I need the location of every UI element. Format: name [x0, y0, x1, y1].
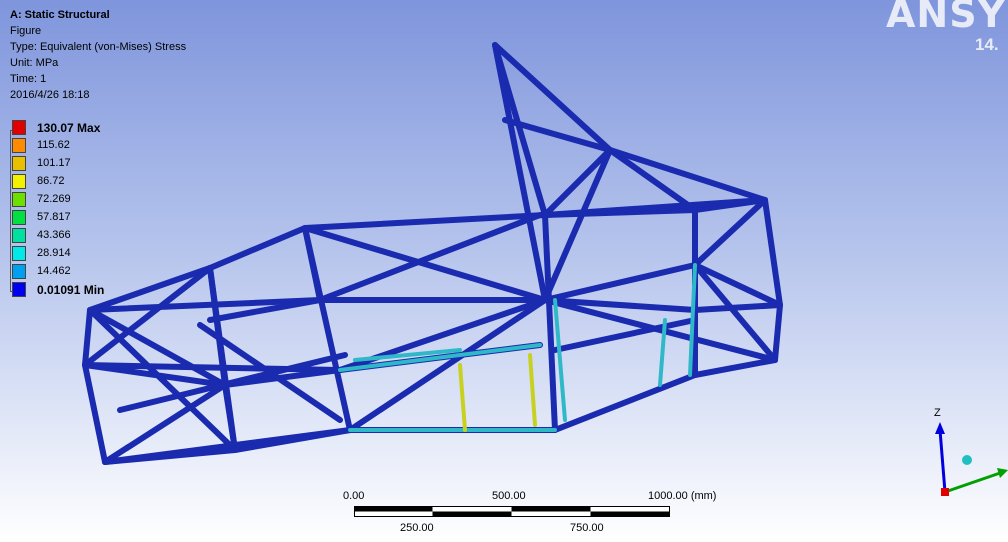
frame-tube: [542, 147, 613, 218]
frame-tube: [607, 147, 768, 203]
scale-label-750: 750.00: [570, 522, 604, 534]
frame-tube: [772, 302, 783, 363]
frame-tube: [607, 147, 698, 213]
scale-bar: 0.00 500.00 1000.00 (mm) 250.00 750.00: [340, 490, 740, 540]
coordinate-triad[interactable]: Z: [905, 400, 1008, 510]
frame-tube: [542, 147, 613, 303]
stressed-tube: [528, 353, 537, 427]
z-axis-label: Z: [934, 407, 941, 419]
z-axis-arrow-icon: [935, 422, 945, 434]
frame-tube: [542, 262, 698, 303]
frame-tube: [552, 372, 698, 433]
stressed-tube: [458, 363, 467, 432]
y-axis-arrow-icon: [997, 468, 1008, 478]
scale-label-0: 0.00: [343, 490, 365, 502]
z-axis-line: [938, 429, 947, 493]
frame-tube: [692, 262, 783, 308]
frame-tube: [302, 225, 323, 303]
scale-label-1000: 1000.00 (mm): [648, 490, 717, 502]
frame-tube: [692, 262, 778, 363]
frame-tube: [82, 362, 108, 465]
frame-tube: [762, 197, 783, 308]
iso-view-ball-icon[interactable]: [962, 455, 972, 465]
frame-tube: [692, 302, 783, 313]
frame-tube: [82, 307, 93, 368]
frame-tube: [542, 212, 558, 433]
frame-tube: [692, 357, 778, 378]
x-axis-box-icon: [941, 488, 949, 496]
scale-bar-graphic: [354, 506, 670, 517]
frame-tube: [207, 225, 308, 271]
frame-model-view[interactable]: [0, 0, 1008, 542]
scale-label-250: 250.00: [400, 522, 434, 534]
scale-label-500: 500.00: [492, 490, 526, 502]
frame-tubes: [82, 42, 783, 465]
y-axis-line: [944, 470, 1004, 494]
